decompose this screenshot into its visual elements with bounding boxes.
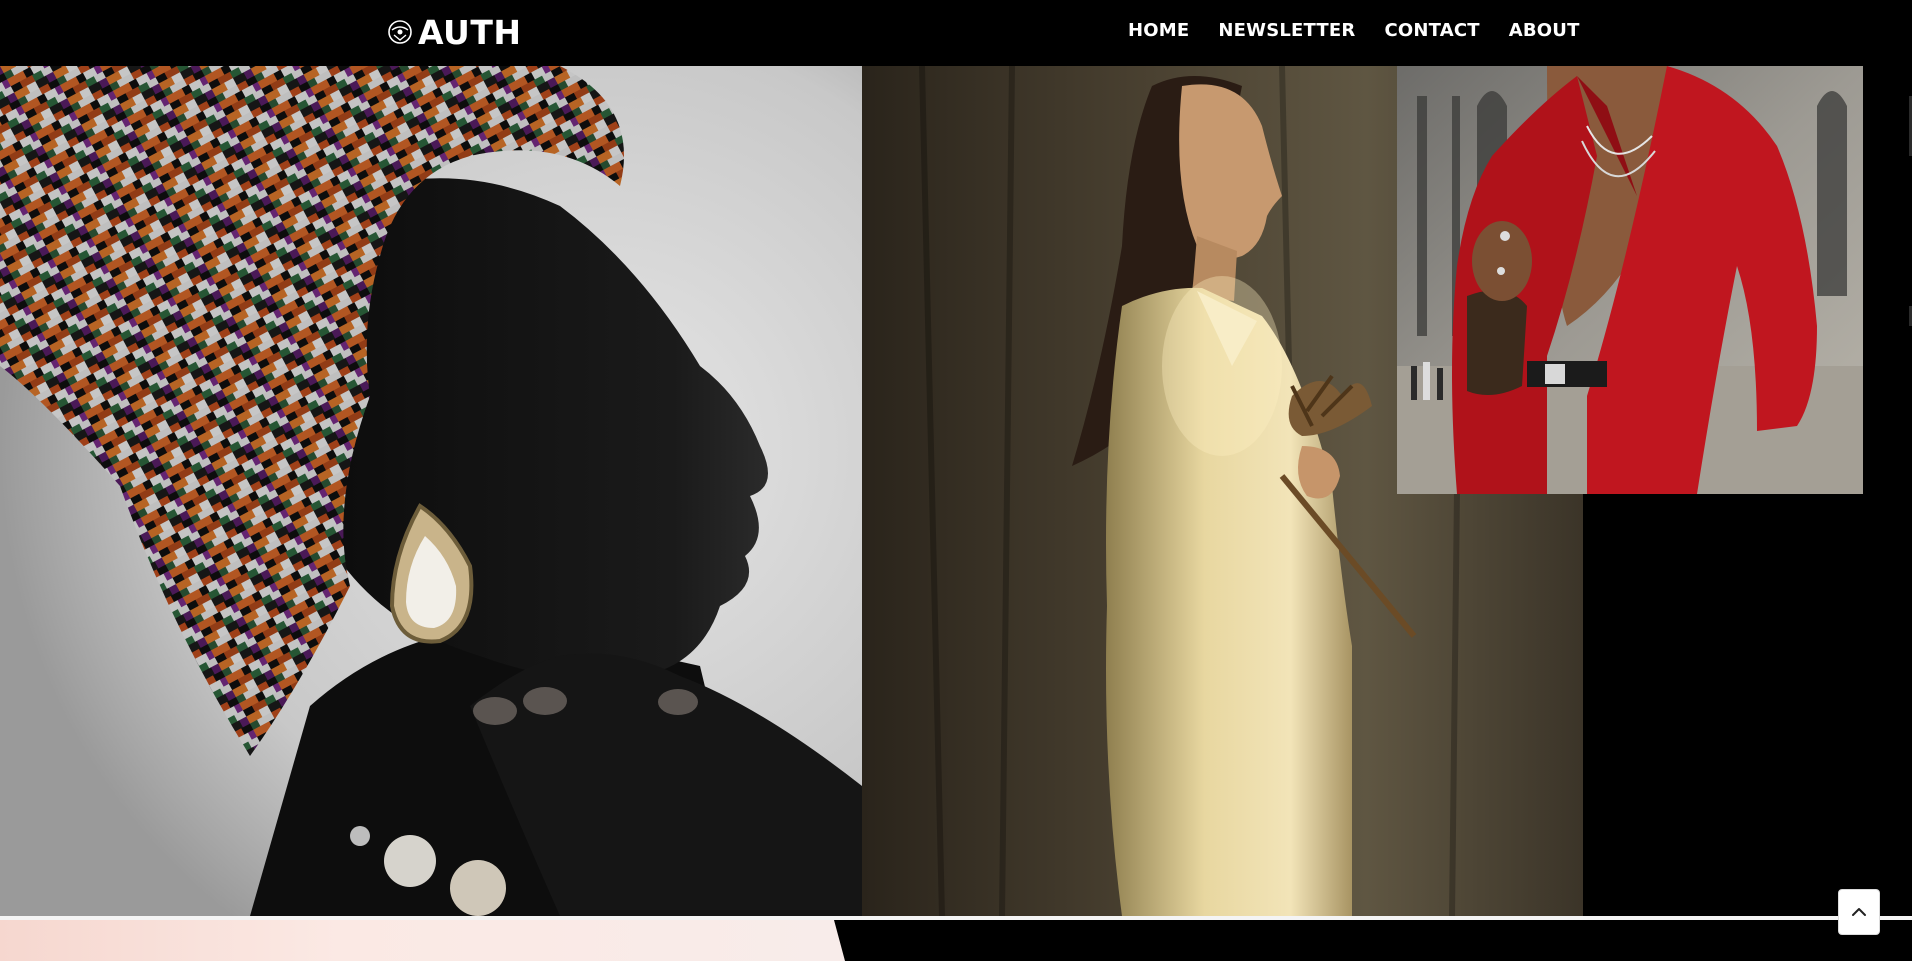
nav-newsletter[interactable]: NEWSLETTER [1218, 20, 1355, 41]
nav-home[interactable]: HOME [1128, 20, 1189, 41]
site-logo[interactable]: AUTH [386, 12, 521, 52]
logo-text: AUTH [418, 12, 522, 52]
hero-gallery [0, 66, 1912, 916]
pink-banner-preview [0, 920, 845, 961]
scroll-edge-marks [1908, 66, 1912, 326]
logo-emblem-icon [388, 20, 412, 44]
main-nav: HOME NEWSLETTER CONTACT ABOUT [1128, 20, 1580, 41]
chevron-up-icon [1852, 908, 1866, 916]
back-to-top-button[interactable] [1838, 889, 1880, 935]
photo-headwrap-portrait[interactable] [0, 66, 862, 916]
next-section-preview [0, 920, 1912, 961]
nav-contact[interactable]: CONTACT [1384, 20, 1479, 41]
site-header: AUTH HOME NEWSLETTER CONTACT ABOUT [0, 0, 1912, 66]
nav-about[interactable]: ABOUT [1509, 20, 1580, 41]
page: AUTH HOME NEWSLETTER CONTACT ABOUT [0, 0, 1912, 961]
photo-red-jacket[interactable] [1397, 66, 1863, 494]
